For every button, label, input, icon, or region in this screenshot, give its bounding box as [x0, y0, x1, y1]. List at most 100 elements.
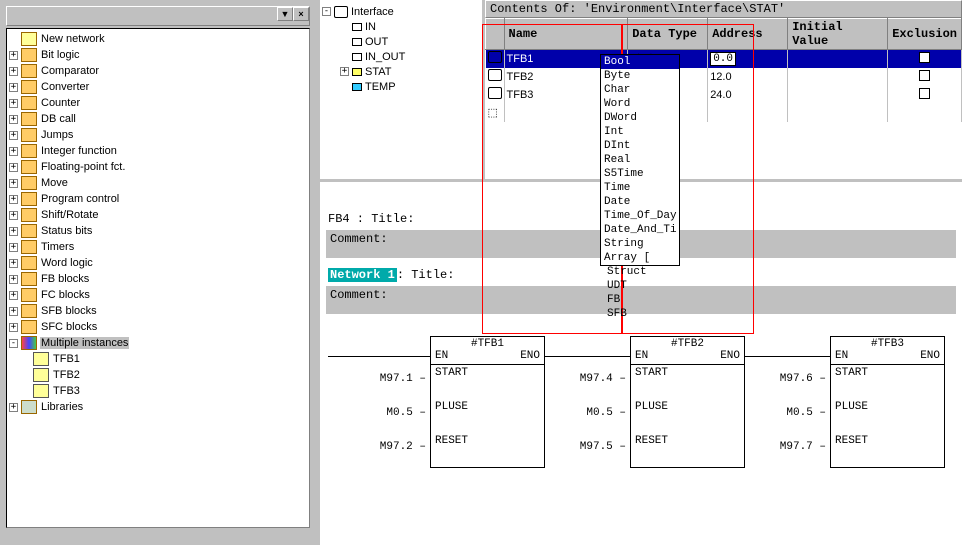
instruction-tree[interactable]: New network + Bit logic + Comparator + Convert…: [6, 28, 310, 528]
tree-item[interactable]: FC blocks: [40, 289, 91, 301]
expand-icon[interactable]: +: [9, 195, 18, 204]
expand-icon[interactable]: +: [9, 259, 18, 268]
dropdown-option[interactable]: String: [601, 237, 679, 251]
expand-icon[interactable]: +: [340, 67, 349, 76]
fb-port[interactable]: PLUSEM0.5 –: [831, 399, 944, 433]
dropdown-option[interactable]: UDT: [604, 279, 676, 293]
expand-icon[interactable]: +: [9, 83, 18, 92]
expand-icon[interactable]: +: [9, 131, 18, 140]
expand-icon[interactable]: +: [9, 147, 18, 156]
interface-item[interactable]: STAT: [365, 66, 391, 78]
tree-item[interactable]: FB blocks: [40, 273, 90, 285]
expand-icon[interactable]: +: [9, 227, 18, 236]
tree-item[interactable]: TFB1: [52, 353, 81, 365]
fb-port[interactable]: RESETM97.5 –: [631, 433, 744, 467]
tree-item[interactable]: SFB blocks: [40, 305, 98, 317]
expand-icon[interactable]: +: [9, 67, 18, 76]
close-button[interactable]: ×: [293, 7, 309, 21]
expand-icon[interactable]: +: [9, 211, 18, 220]
interface-item[interactable]: OUT: [365, 36, 388, 48]
dropdown-option[interactable]: FB: [604, 293, 676, 307]
dropdown-option[interactable]: Struct: [604, 265, 676, 279]
col-initial[interactable]: Initial Value: [788, 19, 888, 50]
dropdown-option[interactable]: Int: [601, 125, 679, 139]
contents-table[interactable]: Name Data Type Address Initial Value Exc…: [485, 18, 962, 122]
tree-item[interactable]: Comparator: [40, 65, 100, 77]
expand-icon[interactable]: +: [9, 179, 18, 188]
dropdown-option[interactable]: Real: [601, 153, 679, 167]
expand-icon[interactable]: +: [9, 275, 18, 284]
interface-item[interactable]: IN_OUT: [365, 51, 405, 63]
tree-item[interactable]: Bit logic: [40, 49, 81, 61]
tree-item[interactable]: TFB3: [52, 385, 81, 397]
exclusion-checkbox[interactable]: [919, 70, 930, 81]
col-name[interactable]: Name: [504, 19, 628, 50]
dropdown-option[interactable]: SFB: [604, 307, 676, 321]
table-row-empty[interactable]: ⬚: [486, 104, 962, 122]
expand-icon[interactable]: +: [9, 243, 18, 252]
tree-item[interactable]: Jumps: [40, 129, 74, 141]
fb-port[interactable]: STARTM97.6 –: [831, 365, 944, 399]
table-row[interactable]: TFB1计时 ▾0.0: [486, 50, 962, 68]
expand-icon[interactable]: -: [322, 7, 331, 16]
cell-address[interactable]: 24.0: [708, 86, 788, 104]
col-address[interactable]: Address: [708, 19, 788, 50]
dropdown-option[interactable]: Date_And_Ti: [601, 223, 679, 237]
table-row[interactable]: TFB324.0: [486, 86, 962, 104]
expand-icon[interactable]: +: [9, 115, 18, 124]
tree-item[interactable]: DB call: [40, 113, 77, 125]
ladder-diagram[interactable]: #TFB1ENENOSTARTM97.1 –PLUSEM0.5 –RESETM9…: [320, 314, 962, 494]
dropdown-option[interactable]: Char: [601, 83, 679, 97]
interface-tree[interactable]: - Interface IN OUT IN_OUT + STAT TEMP: [320, 0, 482, 179]
tree-item[interactable]: Libraries: [40, 401, 84, 413]
table-row[interactable]: TFB212.0: [486, 68, 962, 86]
datatype-dropdown[interactable]: BoolByteCharWordDWordIntDIntRealS5TimeTi…: [600, 54, 680, 266]
tree-item-multiple-instances[interactable]: Multiple instances: [40, 337, 129, 349]
col-exclusion[interactable]: Exclusion: [888, 19, 962, 50]
expand-icon[interactable]: +: [9, 99, 18, 108]
interface-item[interactable]: TEMP: [365, 81, 396, 93]
tree-item[interactable]: Status bits: [40, 225, 93, 237]
address-input[interactable]: 0.0: [710, 52, 736, 66]
exclusion-checkbox[interactable]: [919, 88, 930, 99]
fb-port[interactable]: STARTM97.1 –: [431, 365, 544, 399]
col-datatype[interactable]: Data Type: [628, 19, 708, 50]
tree-item[interactable]: Floating-point fct.: [40, 161, 126, 173]
maximize-button[interactable]: ▼: [277, 7, 293, 21]
tree-item[interactable]: Word logic: [40, 257, 94, 269]
tree-item[interactable]: Program control: [40, 193, 120, 205]
expand-icon[interactable]: +: [9, 323, 18, 332]
fb-block[interactable]: #TFB2ENENOSTARTM97.4 –PLUSEM0.5 –RESETM9…: [630, 336, 745, 468]
fb-port[interactable]: STARTM97.4 –: [631, 365, 744, 399]
fb-port[interactable]: PLUSEM0.5 –: [631, 399, 744, 433]
dropdown-option[interactable]: Word: [601, 97, 679, 111]
tree-item[interactable]: Converter: [40, 81, 90, 93]
fb-block[interactable]: #TFB1ENENOSTARTM97.1 –PLUSEM0.5 –RESETM9…: [430, 336, 545, 468]
tree-item[interactable]: Integer function: [40, 145, 118, 157]
tree-item[interactable]: SFC blocks: [40, 321, 98, 333]
cell-address[interactable]: 0.0: [708, 50, 788, 68]
fb-port[interactable]: RESETM97.7 –: [831, 433, 944, 467]
tree-item[interactable]: TFB2: [52, 369, 81, 381]
dropdown-option[interactable]: Time: [601, 181, 679, 195]
dropdown-option[interactable]: Bool: [601, 55, 679, 69]
fb-port[interactable]: RESETM97.2 –: [431, 433, 544, 467]
dropdown-option[interactable]: Array [StructUDT FB SFB: [601, 251, 679, 265]
dropdown-option[interactable]: Byte: [601, 69, 679, 83]
dropdown-option[interactable]: S5Time: [601, 167, 679, 181]
dropdown-option[interactable]: Time_Of_Day: [601, 209, 679, 223]
expand-icon[interactable]: +: [9, 291, 18, 300]
expand-icon[interactable]: +: [9, 51, 18, 60]
fb-block[interactable]: #TFB3ENENOSTARTM97.6 –PLUSEM0.5 –RESETM9…: [830, 336, 945, 468]
dropdown-option[interactable]: DWord: [601, 111, 679, 125]
tree-item[interactable]: Counter: [40, 97, 81, 109]
tree-item[interactable]: New network: [40, 33, 106, 45]
tree-item[interactable]: Move: [40, 177, 69, 189]
dropdown-option[interactable]: Date: [601, 195, 679, 209]
network-label[interactable]: Network 1: [328, 268, 397, 282]
expand-icon[interactable]: +: [9, 307, 18, 316]
expand-icon[interactable]: -: [9, 339, 18, 348]
interface-root[interactable]: Interface: [351, 6, 394, 18]
tree-item[interactable]: Timers: [40, 241, 75, 253]
interface-item[interactable]: IN: [365, 21, 376, 33]
